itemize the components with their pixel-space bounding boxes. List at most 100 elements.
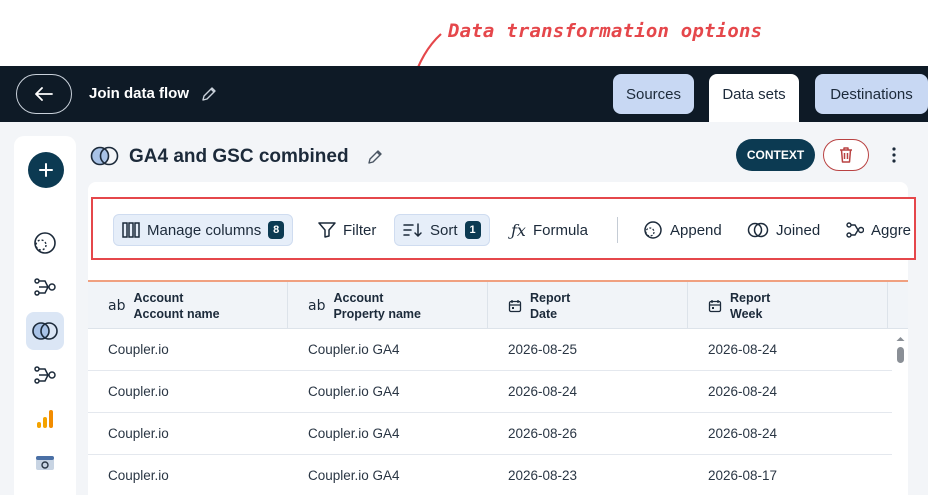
join-icon (747, 222, 769, 238)
table-row[interactable]: Coupler.io Coupler.io GA4 2026-08-26 202… (88, 413, 892, 455)
sidebar (14, 136, 76, 495)
table-row[interactable]: Coupler.io Coupler.io GA4 2026-08-25 202… (88, 329, 892, 371)
tool-label: Append (670, 221, 722, 239)
table-cell: 2026-08-26 (508, 426, 578, 441)
more-options-button[interactable] (884, 142, 904, 168)
tab-data-sets[interactable]: Data sets (709, 74, 799, 122)
sidebar-item-transform-2[interactable] (26, 356, 64, 394)
plus-icon (39, 163, 53, 177)
table-header: ab Account Account name ab Account Propert… (88, 282, 908, 329)
tool-label: Joined (776, 221, 821, 239)
tool-label: Filter (343, 221, 377, 239)
calendar-icon (708, 299, 722, 312)
table-cell: 2026-08-25 (508, 342, 578, 357)
tab-label: Sources (625, 85, 682, 103)
transformation-toolbar: Manage columns 8 Filter Sort 1 ƒx Formul… (91, 197, 916, 260)
columns-icon (122, 222, 140, 238)
table-cell: Coupler.io (108, 426, 169, 441)
table-cell: Coupler.io (108, 468, 169, 483)
formula-button[interactable]: ƒx Formula (503, 214, 596, 246)
table-cell: Coupler.io (108, 384, 169, 399)
column-header[interactable]: ab Account Property name (288, 282, 488, 329)
sidebar-item-analytics[interactable] (26, 400, 64, 438)
table-cell: Coupler.io (108, 342, 169, 357)
text-type-icon: ab (108, 297, 126, 314)
table-cell: Coupler.io GA4 (308, 342, 400, 357)
column-name: Property name (333, 306, 421, 321)
table-cell: 2026-08-17 (708, 468, 778, 483)
table-cell: Coupler.io GA4 (308, 468, 400, 483)
tool-label: Manage columns (147, 221, 262, 239)
table-cell: 2026-08-24 (708, 342, 778, 357)
add-step-button[interactable] (28, 152, 64, 188)
context-button[interactable]: CONTEXT (736, 139, 815, 171)
column-header[interactable]: ab Account Account name (88, 282, 288, 329)
sort-count-badge: 1 (464, 221, 481, 239)
formula-icon: ƒx (511, 220, 526, 240)
table-row[interactable]: Coupler.io Coupler.io GA4 2026-08-23 202… (88, 455, 892, 495)
tab-label: Destinations (830, 85, 913, 103)
filter-icon (318, 222, 336, 238)
table-row[interactable]: Coupler.io Coupler.io GA4 2026-08-24 202… (88, 371, 892, 413)
manage-columns-button[interactable]: Manage columns 8 (113, 214, 294, 246)
scroll-up-icon (896, 337, 905, 341)
back-button[interactable] (16, 74, 72, 114)
kebab-menu-icon (892, 147, 896, 163)
append-icon (34, 232, 56, 254)
tool-label: Sort (430, 221, 458, 239)
tool-label: Aggre (871, 221, 912, 239)
aggregate-button[interactable]: Aggre (838, 214, 914, 246)
trash-icon (840, 147, 852, 163)
flow-icon (34, 366, 56, 384)
sort-button[interactable]: Sort 1 (394, 214, 490, 246)
tool-label: Formula (532, 221, 588, 239)
table-cell: Coupler.io GA4 (308, 426, 400, 441)
columns-count-badge: 8 (268, 221, 285, 239)
column-group: Report (730, 290, 771, 305)
column-group: Account (133, 290, 184, 305)
vertical-scrollbar[interactable] (893, 329, 908, 495)
flow-icon (34, 278, 56, 296)
table-cell: 2026-08-23 (508, 468, 578, 483)
tab-destinations[interactable]: Destinations (815, 74, 928, 114)
join-icon (90, 146, 119, 166)
top-bar: Join data flow Sources Data sets Destina… (0, 66, 928, 122)
sidebar-item-transform[interactable] (26, 268, 64, 306)
column-name: Account name (133, 306, 220, 321)
delete-button[interactable] (823, 139, 869, 171)
sort-icon (403, 223, 422, 238)
pencil-icon[interactable] (200, 85, 218, 103)
arrow-left-icon (35, 87, 53, 101)
flow-title: Join data flow (89, 85, 190, 102)
calendar-icon (508, 299, 522, 312)
main-area: GA4 and GSC combined CONTEXT Manage colu… (0, 122, 928, 495)
table-cell: 2026-08-24 (708, 384, 778, 399)
sidebar-item-append[interactable] (26, 224, 64, 262)
pencil-icon[interactable] (366, 148, 384, 166)
append-button[interactable]: Append (635, 214, 730, 246)
column-group: Report (530, 290, 571, 305)
scrollbar-thumb[interactable] (897, 347, 904, 363)
joined-button[interactable]: Joined (739, 214, 828, 246)
table-cell: 2026-08-24 (708, 426, 778, 441)
annotation-label: Data transformation options (448, 20, 763, 42)
toolbar-divider (617, 217, 618, 243)
filter-button[interactable]: Filter (310, 214, 384, 246)
column-group: Account (333, 290, 384, 305)
tab-sources[interactable]: Sources (613, 74, 694, 114)
tab-label: Data sets (722, 85, 786, 103)
aggregate-icon (846, 222, 864, 238)
column-header[interactable]: Report Date (488, 282, 688, 329)
google-analytics-icon (37, 410, 53, 428)
dataset-title: GA4 and GSC combined (129, 146, 349, 167)
column-name: Week (730, 306, 763, 321)
column-name: Date (530, 306, 558, 321)
text-type-icon: ab (308, 297, 326, 314)
sidebar-item-search-console[interactable] (26, 444, 64, 482)
table-cell: Coupler.io GA4 (308, 384, 400, 399)
column-header[interactable]: Report Week (688, 282, 888, 329)
sidebar-item-join[interactable] (26, 312, 64, 350)
search-console-icon (36, 456, 54, 470)
table-cell: 2026-08-24 (508, 384, 578, 399)
append-icon (644, 221, 662, 239)
